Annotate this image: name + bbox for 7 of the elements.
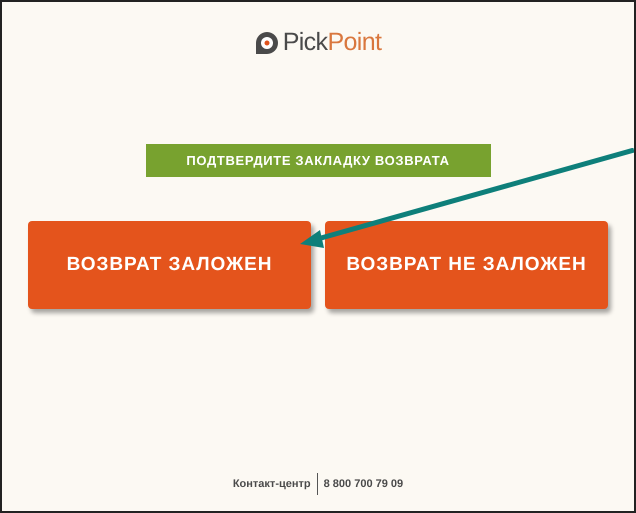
logo-text: PickPoint [282,27,382,58]
action-button[interactable]: ВОЗВРАТ ЗАЛОЖЕН [28,221,311,309]
instruction-banner: ПОДТВЕРДИТЕ ЗАКЛАДКУ ВОЗВРАТА [146,144,490,177]
phone-number: 8 800 700 79 09 [322,476,404,492]
contact-label: Контакт-центр [232,472,318,495]
logo-icon [254,30,279,55]
action-button[interactable]: ВОЗВРАТ НЕ ЗАЛОЖЕН [325,221,608,309]
